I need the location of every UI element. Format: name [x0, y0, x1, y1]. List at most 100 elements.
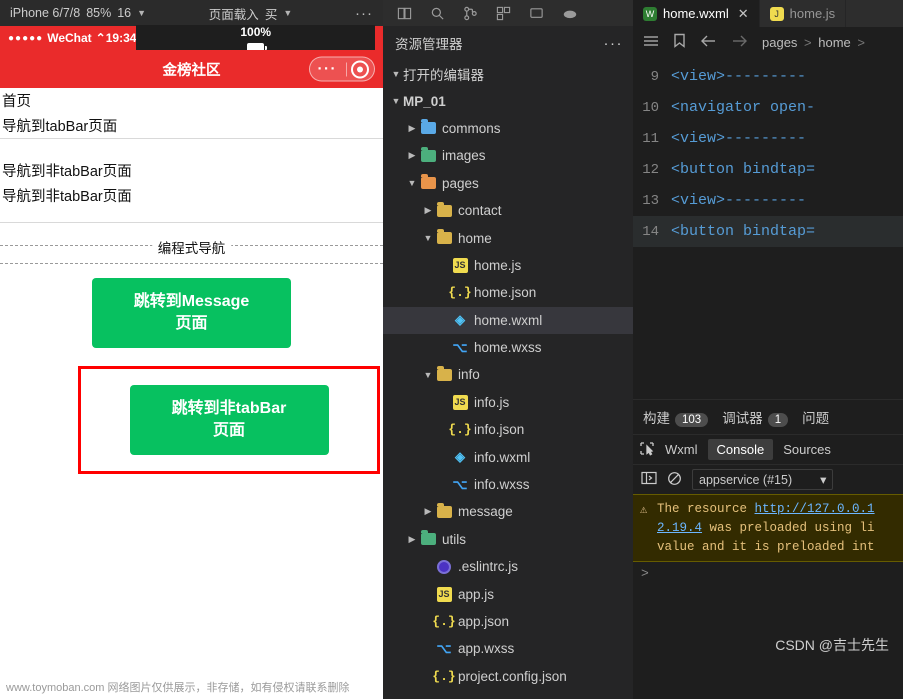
tree-item[interactable]: .eslintrc.js [383, 553, 633, 580]
chevron-down-icon[interactable]: ▼ [405, 178, 419, 188]
tab-home-wxml[interactable]: W home.wxml ✕ [633, 0, 760, 27]
devtools-tab-debugger[interactable]: 调试器 1 [722, 407, 789, 427]
code-line[interactable]: 13 <view>--------- [633, 185, 903, 216]
devtools-tab-build[interactable]: 构建 103 [643, 407, 709, 427]
console-prompt[interactable]: > [633, 562, 903, 585]
code-line[interactable]: 14 <button bindtap= [633, 216, 903, 247]
devtools-inner-tab-console[interactable]: Console [707, 439, 774, 460]
tree-item-label: home.js [474, 257, 522, 273]
tree-item[interactable]: JS info.js [383, 389, 633, 416]
simulator-more-button[interactable]: ··· [355, 5, 373, 22]
code-line[interactable]: 12 <button bindtap= [633, 154, 903, 185]
tree-item[interactable]: ▶ contact [383, 197, 633, 224]
tree-item[interactable]: ▶ message [383, 498, 633, 525]
tree-item[interactable]: ▼ info [383, 361, 633, 388]
wxml-glyph: ◈ [455, 449, 465, 465]
chevron-right-icon[interactable]: ▶ [421, 506, 435, 517]
tree-item[interactable]: ▶ commons [383, 115, 633, 142]
forward-arrow-icon[interactable] [731, 34, 748, 51]
code-line-text: <view>--------- [671, 68, 807, 85]
text-line-home: 首页 [2, 94, 31, 110]
folder-glyph [436, 201, 452, 217]
devtools-inner-tab-sources[interactable]: Sources [783, 442, 831, 457]
devtools-tab-problems[interactable]: 问题 [802, 407, 829, 427]
code-line[interactable]: 9 <view>--------- [633, 61, 903, 92]
back-arrow-icon[interactable] [700, 34, 717, 51]
code-line[interactable]: 10 <navigator open- [633, 92, 903, 123]
explorer-section-project[interactable]: ▼ MP_01 [383, 87, 633, 114]
json-glyph: {.} [448, 422, 472, 438]
tree-item[interactable]: ▶ images [383, 142, 633, 169]
tree-item[interactable]: ▼ home [383, 224, 633, 251]
tree-item[interactable]: ◈ home.wxml [383, 306, 633, 334]
jump-to-non-tabbar-button[interactable]: 跳转到非tabBar 页面 [129, 385, 329, 455]
folder-glyph [436, 229, 452, 245]
tree-item-label: images [442, 148, 486, 164]
wxss-glyph: ⌥ [452, 339, 468, 355]
cloud-icon[interactable] [562, 6, 578, 21]
close-icon[interactable]: ✕ [738, 6, 749, 22]
console-sidebar-toggle-icon[interactable] [641, 471, 657, 488]
chevron-down-icon: ▾ [820, 473, 827, 487]
explorer-more-button[interactable]: ··· [604, 35, 624, 52]
tree-item[interactable]: ⌥ home.wxss [383, 334, 633, 361]
console-context-selector[interactable]: appservice (#15) ▾ [692, 469, 834, 490]
mini-program-page: 首页 导航到tabBar页面 导航到非tabBar页面 导航到非tabBar页面… [0, 88, 383, 474]
chevron-right-icon[interactable]: ▶ [405, 123, 419, 134]
tab-home-js-label: home.js [789, 6, 836, 21]
breadcrumb-path[interactable]: pages > home > [762, 35, 868, 50]
capsule-more-icon[interactable]: ··· [313, 61, 343, 78]
inspect-element-icon[interactable] [639, 441, 655, 459]
warning-link-2[interactable]: 2.19.4 [657, 521, 702, 535]
chevron-right-icon[interactable]: ▶ [405, 150, 419, 161]
breadcrumb-segment-home[interactable]: home [818, 35, 851, 50]
search-icon[interactable] [430, 6, 445, 21]
tree-item-label: home.wxml [474, 312, 543, 328]
chevron-right-icon[interactable]: ▶ [405, 534, 419, 545]
jump-to-message-line2: 页面 [175, 315, 208, 332]
files-icon[interactable] [397, 6, 412, 21]
extensions-icon[interactable] [496, 6, 511, 21]
tree-item[interactable]: ◈ info.wxml [383, 443, 633, 470]
debug-icon[interactable] [529, 6, 544, 21]
explorer-section-open-editors[interactable]: ▼ 打开的编辑器 [383, 60, 633, 87]
dashed-section-header: 编程式导航 [0, 237, 383, 257]
jump-to-message-button[interactable]: 跳转到Message 页面 [92, 278, 291, 348]
warning-link-1[interactable]: http://127.0.0.1 [755, 502, 875, 516]
warning-text-1: The resource [657, 502, 755, 516]
capsule-close-icon[interactable] [351, 60, 369, 78]
folder-icon [435, 229, 453, 245]
device-selector[interactable]: iPhone 6/7/8 85% 16 ▼ [10, 6, 146, 20]
source-control-icon[interactable] [463, 6, 478, 21]
tab-home-js[interactable]: J home.js [759, 0, 847, 27]
tree-item[interactable]: ▼ pages [383, 170, 633, 197]
chevron-down-icon[interactable]: ▼ [389, 96, 403, 106]
menu-icon[interactable] [643, 34, 659, 51]
capsule-button[interactable]: ··· [308, 56, 375, 82]
tree-item[interactable]: {.} home.json [383, 279, 633, 306]
tree-item[interactable]: JS app.js [383, 580, 633, 607]
code-editor[interactable]: 9 <view>--------- 10 <navigator open- 11 <vie… [633, 57, 903, 399]
js-file-icon: JS [435, 586, 453, 602]
chevron-down-icon[interactable]: ▼ [389, 69, 403, 79]
clear-console-icon[interactable] [667, 471, 682, 489]
wxss-glyph: ⌥ [452, 476, 468, 492]
tree-item[interactable]: {.} app.json [383, 608, 633, 635]
breadcrumb-segment-pages[interactable]: pages [762, 35, 797, 50]
bookmark-icon[interactable] [673, 33, 686, 51]
chevron-right-icon[interactable]: ▶ [421, 205, 435, 216]
tree-item[interactable]: ⌥ app.wxss [383, 635, 633, 662]
tree-item[interactable]: {.} project.config.json [383, 663, 633, 690]
devtools-inner-tab-wxml[interactable]: Wxml [665, 442, 698, 457]
refresh-selector[interactable]: 页面载入 买 ▼ [209, 4, 292, 23]
chevron-down-icon[interactable]: ▼ [421, 233, 435, 243]
tree-item[interactable]: ⌥ info.wxss [383, 471, 633, 498]
tree-item[interactable]: JS home.js [383, 252, 633, 279]
tree-item[interactable]: ▶ utils [383, 526, 633, 553]
code-line[interactable]: 11 <view>--------- [633, 123, 903, 154]
chevron-down-icon[interactable]: ▼ [421, 370, 435, 380]
line-number: 11 [642, 130, 659, 147]
clock-label: 19:34 [105, 31, 137, 45]
tree-item[interactable]: {.} info.json [383, 416, 633, 443]
